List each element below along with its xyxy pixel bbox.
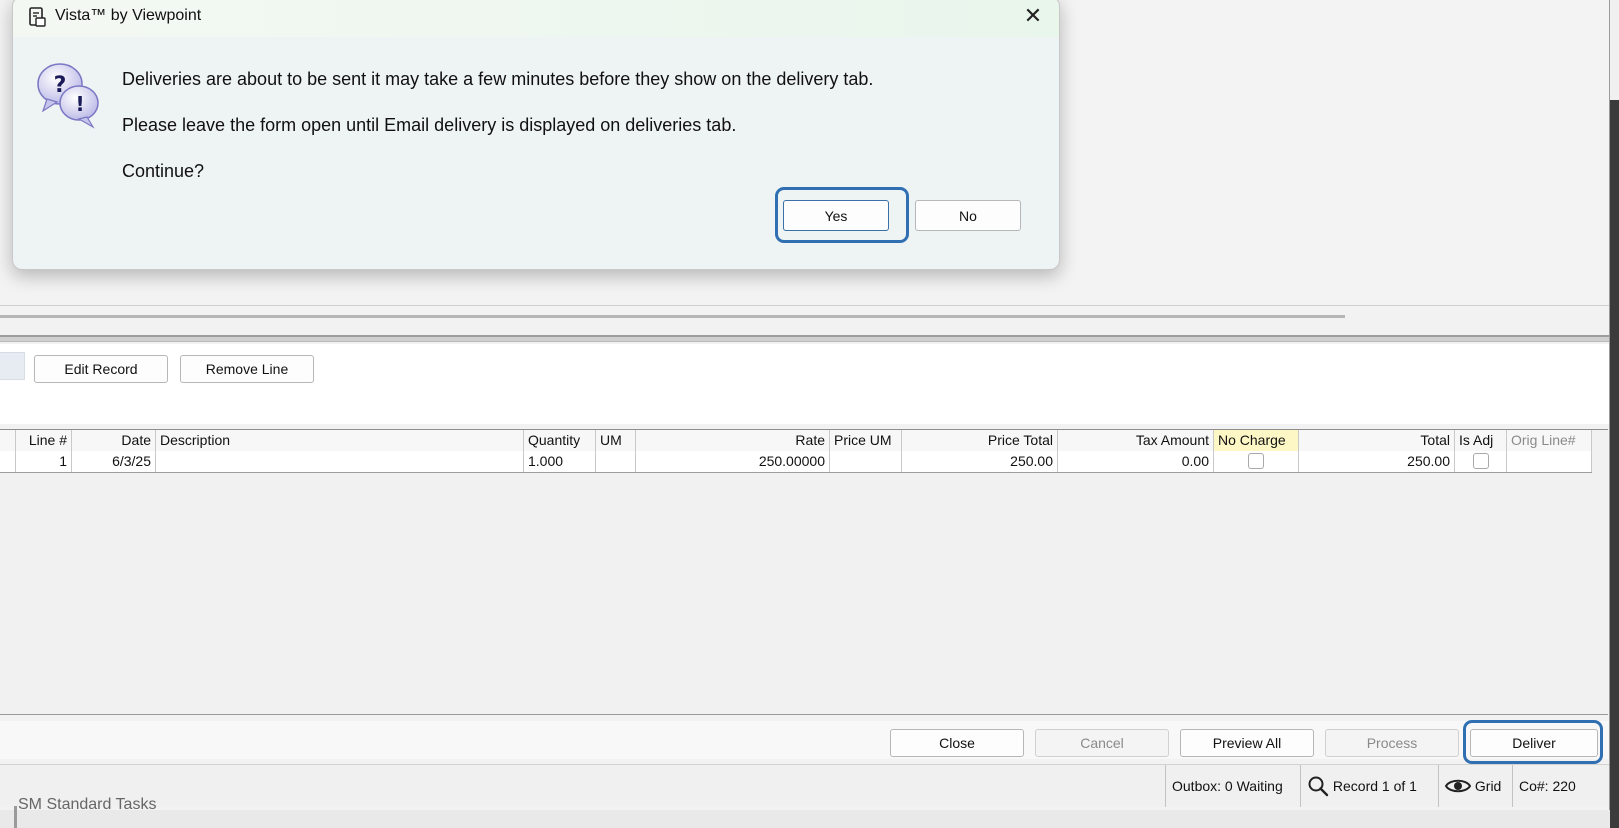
col-header-rate[interactable]: Rate [636, 430, 830, 451]
col-header-no-charge[interactable]: No Charge [1214, 430, 1299, 451]
grid-header-row: Line # Date Description Quantity UM Rate… [0, 430, 1592, 452]
cell-date[interactable]: 6/3/25 [72, 451, 156, 472]
cancel-button[interactable]: Cancel [1035, 729, 1169, 757]
record-count: Record 1 of 1 [1332, 778, 1417, 794]
cell-price-um[interactable] [830, 451, 902, 472]
deliver-button-highlight [1463, 720, 1603, 764]
col-header-price-um[interactable]: Price UM [830, 430, 902, 451]
row-selector[interactable] [0, 451, 16, 472]
cell-description[interactable] [156, 451, 524, 472]
cell-um[interactable] [596, 451, 636, 472]
process-button[interactable]: Process [1325, 729, 1459, 757]
view-mode-toggle[interactable]: Grid [1438, 765, 1512, 807]
cell-rate[interactable]: 250.00000 [636, 451, 830, 472]
vista-app-icon [29, 7, 46, 27]
eye-icon [1444, 779, 1472, 793]
col-header-tax-amount[interactable]: Tax Amount [1058, 430, 1214, 451]
lines-grid: Line # Date Description Quantity UM Rate… [0, 429, 1608, 715]
panel-splitter[interactable] [0, 335, 1609, 342]
preview-all-button[interactable]: Preview All [1180, 729, 1314, 757]
svg-text:!: ! [75, 92, 84, 116]
question-exclamation-icon: ? ! [37, 63, 99, 129]
edit-record-button[interactable]: Edit Record [34, 355, 168, 383]
no-charge-checkbox[interactable] [1248, 453, 1264, 470]
table-row[interactable]: 1 6/3/25 1.000 250.00000 250.00 0.00 250… [0, 451, 1592, 473]
cell-quantity[interactable]: 1.000 [524, 451, 596, 472]
col-header-is-adj[interactable]: Is Adj [1455, 430, 1507, 451]
dialog-message-line-3: Continue? [122, 161, 205, 181]
col-header-um[interactable]: UM [596, 430, 636, 451]
outbox-status: Outbox: 0 Waiting [1165, 765, 1300, 807]
record-navigator[interactable]: Record 1 of 1 [1300, 765, 1438, 807]
horizontal-scrollbar[interactable] [0, 315, 1345, 318]
cell-price-total[interactable]: 250.00 [902, 451, 1058, 472]
dialog-title-bar: Vista™ by Viewpoint ✕ [13, 0, 1059, 37]
cell-line[interactable]: 1 [16, 451, 72, 472]
dialog-message-line-1: Deliveries are about to be sent it may t… [122, 69, 874, 89]
col-header-date[interactable]: Date [72, 430, 156, 451]
action-button-bar: Close Cancel Preview All Process Deliver [0, 721, 1609, 759]
underlay-form-label: SM Standard Tasks [18, 796, 157, 813]
company-number: Co#: 220 [1512, 765, 1588, 807]
close-button[interactable]: Close [890, 729, 1024, 757]
dialog-title: Vista™ by Viewpoint [55, 7, 202, 24]
row-selector-header [0, 430, 16, 451]
col-header-orig-line[interactable]: Orig Line# [1507, 430, 1592, 451]
remove-line-button[interactable]: Remove Line [180, 355, 314, 383]
no-button[interactable]: No [915, 200, 1021, 231]
confirm-dialog: Vista™ by Viewpoint ✕ ? ! Deliveries are… [12, 0, 1060, 270]
status-bar: Outbox: 0 Waiting Record 1 of 1 Grid Co#… [0, 764, 1609, 807]
lines-toolbar: Edit Record Remove Line [0, 344, 1609, 424]
cell-is-adj[interactable] [1455, 451, 1507, 472]
underlay-divider [14, 806, 17, 828]
is-adj-checkbox[interactable] [1472, 453, 1489, 470]
yes-button-highlight [775, 187, 909, 243]
toolbar-left-field[interactable] [0, 352, 25, 380]
col-header-description[interactable]: Description [156, 430, 524, 451]
dialog-message-line-2: Please leave the form open until Email d… [122, 115, 737, 135]
col-header-price-total[interactable]: Price Total [902, 430, 1058, 451]
cell-orig-line[interactable] [1507, 451, 1592, 472]
search-icon [1308, 776, 1329, 796]
col-header-line[interactable]: Line # [16, 430, 72, 451]
window-edge [1610, 0, 1619, 828]
view-mode-label: Grid [1474, 778, 1502, 794]
cell-total[interactable]: 250.00 [1299, 451, 1455, 472]
cell-tax-amount[interactable]: 0.00 [1058, 451, 1214, 472]
cell-no-charge[interactable] [1214, 451, 1299, 472]
col-header-quantity[interactable]: Quantity [524, 430, 596, 451]
col-header-total[interactable]: Total [1299, 430, 1455, 451]
close-icon[interactable]: ✕ [1021, 5, 1045, 29]
